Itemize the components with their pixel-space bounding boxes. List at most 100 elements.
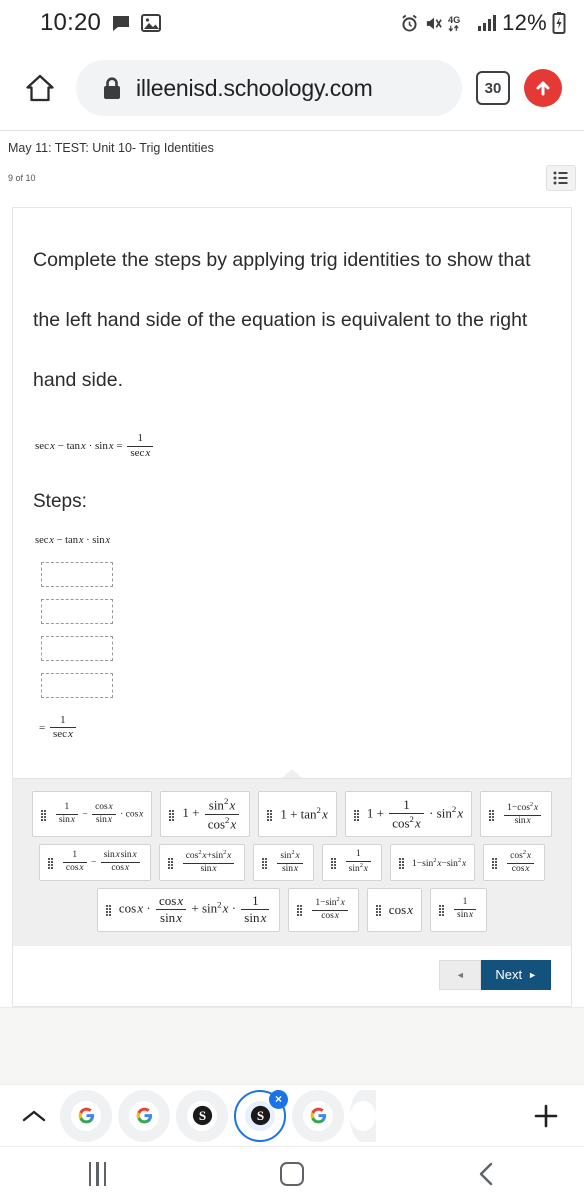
answer-tile[interactable]: 1−cos2 x sin x — [480, 791, 553, 838]
browser-toolbar: illeenisd.schoology.com 30 — [0, 46, 584, 130]
tray-pointer-icon — [282, 769, 302, 778]
next-button-label: Next — [495, 967, 523, 983]
next-arrow-icon: ► — [528, 969, 537, 980]
answer-tile[interactable]: 1 sin x − cos x sin x · cos x — [31, 791, 153, 838]
phone-screen: 10:20 4G 12% illeenisd.schoology.com 30 … — [0, 0, 584, 1200]
drag-handle-icon[interactable] — [492, 858, 499, 870]
answer-tile[interactable]: 1 + tan2 x — [258, 791, 337, 838]
back-button[interactable] — [447, 1161, 527, 1187]
question-prompt: Complete the steps by applying trig iden… — [33, 249, 531, 391]
answer-tile[interactable]: 1 + sin2 x cos2 x — [160, 791, 251, 838]
android-navigation-bar — [0, 1146, 584, 1200]
tab-item[interactable] — [60, 1089, 112, 1142]
expand-tabs-button[interactable] — [14, 1108, 54, 1124]
drag-handle-icon[interactable] — [330, 858, 338, 870]
mute-icon — [424, 14, 443, 33]
back-chevron-icon — [479, 1162, 492, 1185]
previous-question-button[interactable]: ◄ — [439, 959, 482, 990]
tab-item[interactable]: S — [176, 1089, 228, 1142]
drop-zone-2[interactable] — [41, 598, 113, 624]
status-bar-left: 10:20 — [40, 9, 162, 37]
battery-percent: 12% — [502, 10, 547, 35]
schoology-icon: S — [187, 1100, 217, 1131]
question-navigation: ◄ Next ► — [33, 946, 551, 1006]
assessment-progress-row: 9 of 10 — [0, 155, 584, 201]
answer-tile[interactable]: cos x — [366, 888, 422, 932]
google-icon — [303, 1100, 333, 1131]
drop-zone-1[interactable] — [41, 561, 113, 587]
download-arrow-icon — [536, 81, 550, 96]
drag-handle-icon[interactable] — [40, 809, 48, 821]
answer-tile[interactable]: 1 cos x − sin x sin x cos x — [38, 844, 151, 882]
answer-tile[interactable]: cos x · cos x sin x + sin2 x · 1 sin x — [96, 888, 281, 932]
svg-text:S: S — [198, 1108, 205, 1123]
drag-handle-icon[interactable] — [297, 905, 304, 917]
answer-tile[interactable]: 1−sin2 x cos x — [288, 888, 359, 932]
drag-handle-icon[interactable] — [47, 858, 55, 870]
answer-tile[interactable]: 1 + 1 cos2 x · sin2 x — [344, 791, 473, 838]
close-tab-button[interactable]: × — [269, 1089, 288, 1109]
recents-button[interactable] — [57, 1161, 137, 1186]
progress-label: 9 of 10 — [8, 173, 36, 183]
tab-item[interactable] — [350, 1089, 376, 1142]
drag-handle-icon[interactable] — [267, 809, 274, 821]
answer-tile[interactable]: cos2 x cos x — [483, 844, 546, 882]
answer-tile[interactable]: cos2 x+sin2 x sin x — [158, 844, 246, 882]
tab-strip: S S × — [0, 1084, 584, 1146]
question-list-button[interactable] — [546, 165, 576, 191]
google-icon — [129, 1100, 159, 1131]
download-button[interactable] — [524, 69, 562, 107]
step-final-expression: = 1 sec x — [33, 698, 551, 763]
prev-arrow-icon: ◄ — [455, 969, 465, 980]
signal-icon — [477, 14, 497, 32]
network-4g-icon: 4G — [448, 13, 472, 33]
drag-handle-icon[interactable] — [489, 809, 496, 821]
status-clock: 10:20 — [40, 9, 102, 36]
answer-tile-tray: 1 sin x − cos x sin x · cos x 1 + sin2 x co… — [13, 778, 571, 946]
chevron-up-icon — [22, 1110, 46, 1121]
home-icon — [26, 74, 54, 102]
question-equation: sec x − tan x · sin x = 1 sec x — [33, 410, 551, 467]
drop-zone-list — [33, 561, 551, 698]
message-icon — [111, 13, 131, 33]
recents-icon — [88, 1161, 107, 1186]
drag-handle-icon[interactable] — [105, 905, 113, 917]
drop-zone-4[interactable] — [41, 672, 113, 698]
close-icon: × — [274, 1092, 282, 1106]
next-question-button[interactable]: Next ► — [481, 959, 551, 990]
answer-tile[interactable]: 1−sin2 x−sin2 x — [390, 844, 476, 882]
assessment-title: May 11: TEST: Unit 10- Trig Identities — [8, 141, 214, 155]
tab-counter-button[interactable]: 30 — [476, 71, 510, 105]
answer-tile[interactable]: 1 sin x — [430, 888, 488, 932]
blank-icon — [350, 1100, 376, 1131]
new-tab-button[interactable] — [522, 1102, 570, 1130]
drop-zone-3[interactable] — [41, 635, 113, 661]
google-icon — [71, 1100, 101, 1131]
drag-handle-icon[interactable] — [169, 809, 176, 821]
drag-handle-icon[interactable] — [262, 858, 269, 870]
tab-counter-label: 30 — [484, 79, 502, 97]
url-text: illeenisd.schoology.com — [136, 74, 373, 101]
drag-handle-icon[interactable] — [439, 905, 446, 917]
home-button[interactable] — [18, 66, 62, 110]
step-initial-expression: sec x − tan x · sin x — [35, 534, 111, 546]
drag-handle-icon[interactable] — [353, 809, 361, 821]
battery-charging-icon — [552, 12, 566, 34]
home-square-icon — [279, 1161, 304, 1186]
svg-text:S: S — [256, 1108, 263, 1123]
home-button-android[interactable] — [252, 1161, 332, 1186]
answer-tile[interactable]: 1 sin2 x — [321, 844, 383, 882]
web-page: May 11: TEST: Unit 10- Trig Identities 9… — [0, 130, 584, 1107]
tab-item[interactable] — [118, 1089, 170, 1142]
tab-item[interactable] — [292, 1089, 344, 1142]
plus-icon — [534, 1104, 558, 1127]
url-bar[interactable]: illeenisd.schoology.com — [76, 60, 462, 116]
tab-item-active[interactable]: S × — [234, 1089, 288, 1142]
drag-handle-icon[interactable] — [375, 905, 383, 917]
steps-heading: Steps: — [33, 490, 87, 512]
drag-handle-icon[interactable] — [167, 858, 175, 870]
answer-tile[interactable]: sin2 x sin x — [253, 844, 314, 882]
image-icon — [141, 14, 162, 32]
lock-icon — [102, 76, 122, 100]
drag-handle-icon[interactable] — [399, 858, 406, 870]
